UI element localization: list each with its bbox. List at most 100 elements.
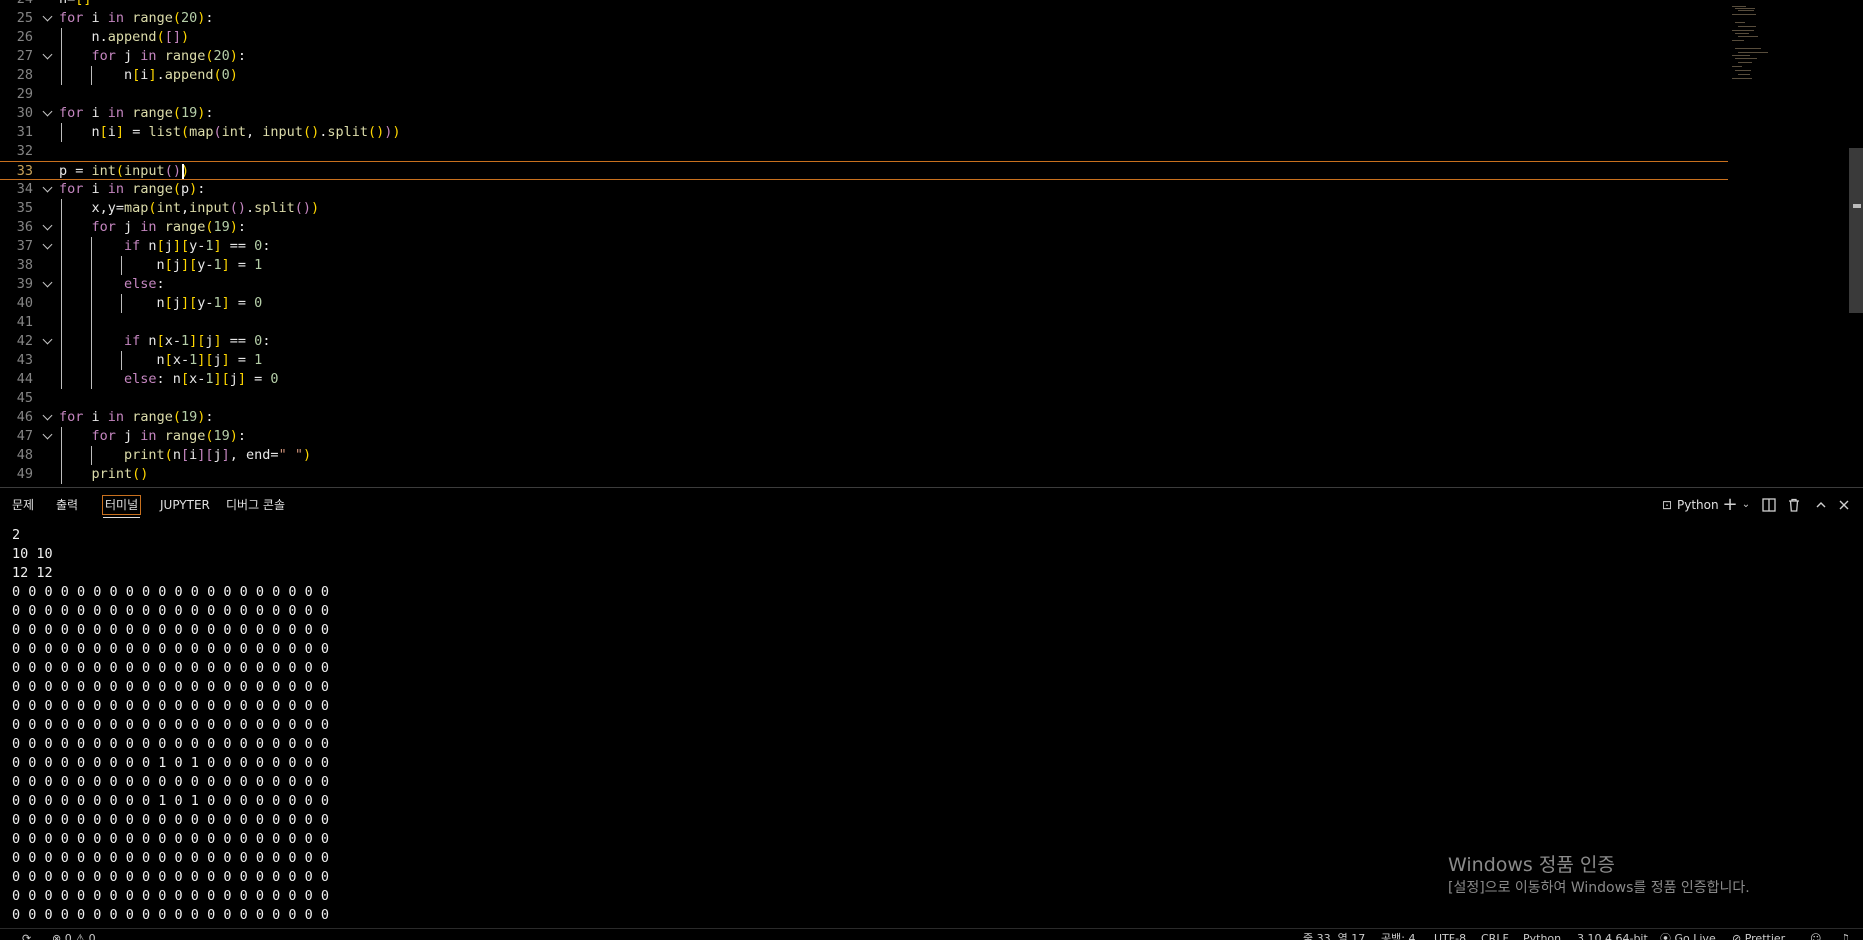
fold-chevron-icon[interactable] xyxy=(42,275,54,294)
terminal-line: 0 0 0 0 0 0 0 0 0 0 0 0 0 0 0 0 0 0 0 0 xyxy=(12,831,329,847)
minimap-line xyxy=(1735,22,1745,23)
code-line[interactable]: 39 else: xyxy=(0,275,1728,294)
minimap-line xyxy=(1732,55,1750,56)
terminal-line: 12 12 xyxy=(12,565,53,581)
line-number: 45 xyxy=(16,390,33,406)
code-editor[interactable]: 24 n=[] 25 for i in range(20): 26 n.append([… xyxy=(0,0,1863,487)
code-text: p = int(input()) xyxy=(59,163,190,179)
code-line[interactable]: 48 print(n[i][j], end=" ") xyxy=(0,446,1728,465)
code-line[interactable]: 32 xyxy=(0,142,1728,161)
line-number: 35 xyxy=(16,200,33,216)
code-line[interactable]: 25 for i in range(20): xyxy=(0,9,1728,28)
code-line[interactable]: 33 p = int(input()) xyxy=(0,161,1728,180)
chevron-down-icon[interactable]: ⌄ xyxy=(1738,496,1754,514)
fold-chevron-icon[interactable] xyxy=(42,218,54,237)
terminal-line: 0 0 0 0 0 0 0 0 0 0 0 0 0 0 0 0 0 0 0 0 xyxy=(12,907,329,923)
fold-chevron-icon[interactable] xyxy=(42,332,54,351)
code-line[interactable]: 34 for i in range(p): xyxy=(0,180,1728,199)
tab-output[interactable]: 출력 xyxy=(56,495,78,515)
fold-chevron-icon[interactable] xyxy=(42,9,54,28)
terminal-line: 0 0 0 0 0 0 0 0 0 0 0 0 0 0 0 0 0 0 0 0 xyxy=(12,603,329,619)
fold-chevron-icon[interactable] xyxy=(42,408,54,427)
code-line[interactable]: 31 n[i] = list(map(int, input().split())… xyxy=(0,123,1728,142)
line-number: 46 xyxy=(16,409,33,425)
terminal-line: 0 0 0 0 0 0 0 0 0 0 0 0 0 0 0 0 0 0 0 0 xyxy=(12,698,329,714)
interpreter[interactable]: 3.10.4 64-bit xyxy=(1577,932,1648,940)
trash-icon[interactable] xyxy=(1786,496,1802,514)
notifications[interactable]: ♫ xyxy=(1840,932,1850,940)
panel-tab-bar: 문제 출력 터미널 JUPYTER 디버그 콘솔 ⊡ Python + ⌄ xyxy=(0,488,1863,522)
sync-status[interactable]: ⟳ xyxy=(22,932,31,940)
fold-chevron-icon[interactable] xyxy=(42,180,54,199)
line-number: 42 xyxy=(16,333,33,349)
terminal-line: 0 0 0 0 0 0 0 0 0 1 0 1 0 0 0 0 0 0 0 0 xyxy=(12,793,329,809)
code-text: for i in range(19): xyxy=(59,105,214,121)
indent-guide xyxy=(91,313,92,332)
code-line[interactable]: 29 xyxy=(0,85,1728,104)
line-number: 28 xyxy=(16,67,33,83)
fold-chevron-icon[interactable] xyxy=(42,237,54,256)
code-line[interactable]: 38 n[j][y-1] = 1 xyxy=(0,256,1728,275)
tab-jupyter[interactable]: JUPYTER xyxy=(160,495,210,515)
vscode-window: 24 n=[] 25 for i in range(20): 26 n.append([… xyxy=(0,0,1863,940)
indentation[interactable]: 공백: 4 xyxy=(1381,932,1415,940)
code-line[interactable]: 45 xyxy=(0,389,1728,408)
feedback[interactable]: ☺ xyxy=(1810,932,1821,940)
editor-scrollbar[interactable] xyxy=(1849,148,1863,313)
fold-chevron-icon[interactable] xyxy=(42,427,54,446)
fold-chevron-icon[interactable] xyxy=(42,47,54,66)
code-line[interactable]: 43 n[x-1][j] = 1 xyxy=(0,351,1728,370)
code-line[interactable]: 35 x,y=map(int,input().split()) xyxy=(0,199,1728,218)
code-text: n[x-1][j] = 1 xyxy=(59,352,263,368)
code-line[interactable]: 41 xyxy=(0,313,1728,332)
line-number: 25 xyxy=(16,10,33,26)
code-line[interactable]: 37 if n[j][y-1] == 0: xyxy=(0,237,1728,256)
language-mode[interactable]: Python xyxy=(1523,932,1561,940)
code-line[interactable]: 27 for j in range(20): xyxy=(0,47,1728,66)
line-number: 37 xyxy=(16,238,33,254)
fold-chevron-icon[interactable] xyxy=(42,104,54,123)
minimap-line xyxy=(1732,30,1754,31)
code-text: for i in range(20): xyxy=(59,10,214,26)
code-line[interactable]: 47 for j in range(19): xyxy=(0,427,1728,446)
watermark-subtitle: [설정]으로 이동하여 Windows를 정품 인증합니다. xyxy=(1448,880,1750,896)
code-line[interactable]: 26 n.append([]) xyxy=(0,28,1728,47)
terminal-line: 0 0 0 0 0 0 0 0 0 0 0 0 0 0 0 0 0 0 0 0 xyxy=(12,641,329,657)
code-text: print(n[i][j], end=" ") xyxy=(124,447,312,463)
terminal-line: 0 0 0 0 0 0 0 0 0 1 0 1 0 0 0 0 0 0 0 0 xyxy=(12,755,329,771)
minimap[interactable] xyxy=(1728,0,1848,100)
code-line[interactable]: 30 for i in range(19): xyxy=(0,104,1728,123)
line-number: 38 xyxy=(16,257,33,273)
encoding[interactable]: UTF-8 xyxy=(1434,932,1466,940)
chevron-up-icon[interactable] xyxy=(1813,496,1829,514)
cursor-position[interactable]: 줄 33, 열 17 xyxy=(1303,932,1365,940)
code-line[interactable]: 36 for j in range(19): xyxy=(0,218,1728,237)
close-icon[interactable] xyxy=(1836,496,1852,514)
code-line[interactable]: 46 for i in range(19): xyxy=(0,408,1728,427)
minimap-line xyxy=(1735,48,1761,49)
terminal-profile-label[interactable]: Python xyxy=(1677,495,1719,515)
minimap-line xyxy=(1735,58,1757,59)
code-line[interactable]: 40 n[j][y-1] = 0 xyxy=(0,294,1728,313)
line-number: 41 xyxy=(16,314,33,330)
tab-terminal[interactable]: 터미널 xyxy=(102,495,142,518)
line-number: 47 xyxy=(16,428,33,444)
go-live[interactable]: ⦿ Go Live xyxy=(1660,932,1716,940)
code-text: n.append([]) xyxy=(59,29,190,45)
problems-count[interactable]: ⊗ 0 ⚠ 0 xyxy=(52,932,96,940)
prettier[interactable]: ⊘ Prettier xyxy=(1732,932,1785,940)
code-text: else: n[x-1][j] = 0 xyxy=(124,371,279,387)
line-ending[interactable]: CRLF xyxy=(1481,932,1509,940)
terminal-line: 0 0 0 0 0 0 0 0 0 0 0 0 0 0 0 0 0 0 0 0 xyxy=(12,888,329,904)
plus-icon[interactable]: + xyxy=(1722,496,1738,514)
terminal-icon[interactable]: ⊡ xyxy=(1659,496,1675,514)
code-line[interactable]: 44 else: n[x-1][j] = 0 xyxy=(0,370,1728,389)
tab-problems[interactable]: 문제 xyxy=(12,495,34,515)
code-line[interactable]: 28 n[i].append(0) xyxy=(0,66,1728,85)
code-line[interactable]: 42 if n[x-1][j] == 0: xyxy=(0,332,1728,351)
code-line[interactable]: 24 n=[] xyxy=(0,0,1728,9)
code-text: if n[j][y-1] == 0: xyxy=(124,238,271,254)
code-line[interactable]: 49 print() xyxy=(0,465,1728,484)
tab-debug-console[interactable]: 디버그 콘솔 xyxy=(226,495,285,515)
split-icon[interactable] xyxy=(1761,496,1777,514)
